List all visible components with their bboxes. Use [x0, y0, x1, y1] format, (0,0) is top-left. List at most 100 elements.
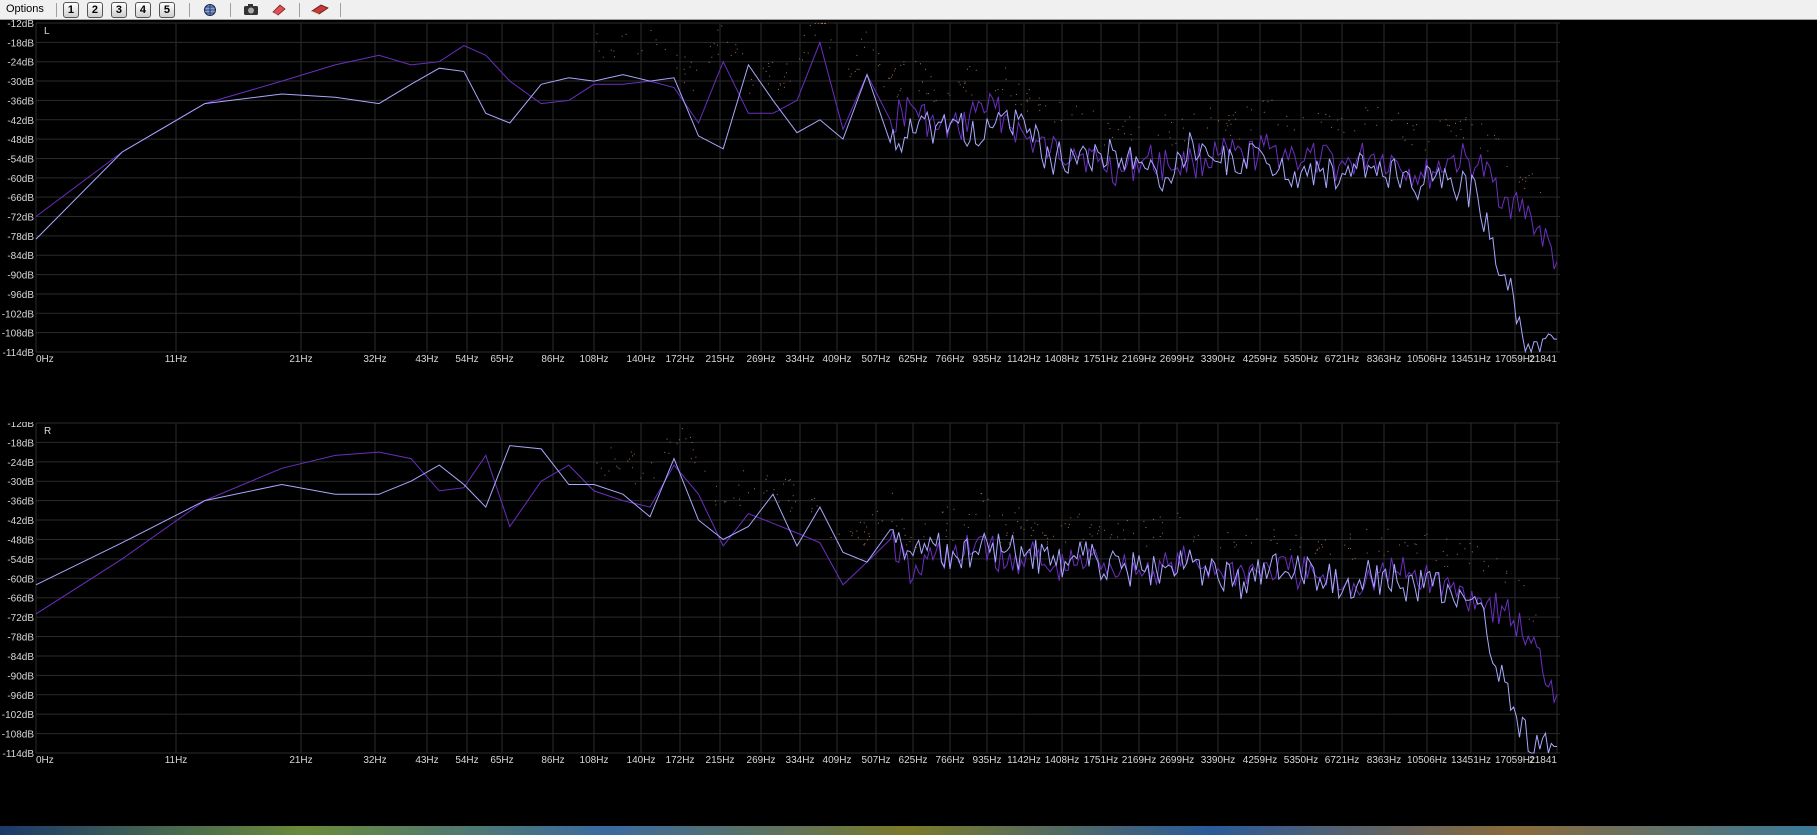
peak-dot [1030, 535, 1032, 537]
peak-dot [752, 84, 754, 86]
peak-dot [1082, 538, 1084, 540]
peak-dot [1251, 542, 1253, 544]
peak-dot [1381, 537, 1383, 539]
camera-icon[interactable] [242, 3, 260, 17]
peak-dot [600, 467, 602, 469]
grid [35, 422, 1560, 754]
peak-dot [779, 84, 781, 86]
peak-dot [1459, 120, 1461, 122]
peak-dot [1045, 534, 1047, 536]
peak-dot [1412, 125, 1414, 127]
options-menu[interactable]: Options [0, 0, 50, 19]
peak-dot [1209, 107, 1211, 109]
peak-dot [888, 77, 890, 79]
y-tick-label: -36dB [7, 96, 34, 107]
peak-dot [795, 501, 797, 503]
peak-dot [1540, 191, 1541, 193]
peak-dot [941, 511, 943, 513]
peak-dot [640, 477, 642, 479]
peak-dot [1092, 110, 1094, 112]
x-tick-label: 935Hz [973, 755, 1002, 766]
y-tick-label: -102dB [2, 309, 35, 320]
peak-dot [1416, 124, 1417, 126]
peak-dot [1483, 560, 1485, 562]
peak-dot [861, 38, 863, 40]
peak-dot [613, 50, 615, 52]
peak-dot [1435, 560, 1437, 562]
peak-dot [1179, 517, 1181, 519]
peak-dot [1236, 544, 1237, 546]
peak-dot [933, 100, 935, 102]
peak-dot [1245, 535, 1247, 537]
peak-dot [625, 33, 627, 35]
peak-dot [1059, 548, 1061, 550]
peak-dot [1070, 517, 1072, 519]
peak-dot [1277, 124, 1279, 126]
eraser-icon[interactable] [270, 3, 288, 17]
peak-dot [1032, 530, 1034, 531]
peak-dot [1168, 131, 1170, 133]
x-tick-label: 21841 [1529, 755, 1557, 766]
peak-dot [1193, 540, 1195, 542]
preset-3-button[interactable]: 3 [110, 1, 127, 18]
peak-dot [856, 68, 858, 70]
peak-dot [716, 44, 718, 46]
peak-dot [1015, 104, 1017, 106]
preset-1-button[interactable]: 1 [62, 1, 79, 18]
peak-dot [1230, 123, 1232, 125]
x-tick-label: 108Hz [580, 354, 609, 365]
peak-dot [1065, 541, 1066, 543]
peak-dot [1159, 536, 1161, 537]
x-tick-label: 5350Hz [1284, 354, 1318, 365]
peak-dot [1234, 111, 1236, 113]
peak-dot [1037, 524, 1039, 526]
channel-label: L [44, 26, 50, 37]
y-tick-label: -72dB [7, 213, 34, 224]
peak-dot [666, 438, 668, 440]
peak-dot [953, 508, 955, 510]
peak-dot [878, 53, 880, 54]
x-tick-label: 409Hz [823, 755, 852, 766]
peak-dot [1337, 119, 1338, 121]
x-tick-label: 269Hz [747, 354, 776, 365]
peak-dot [1518, 579, 1520, 581]
peak-dots [596, 428, 1537, 622]
peak-dot [1081, 541, 1083, 543]
x-tick-label: 625Hz [899, 755, 928, 766]
globe-icon[interactable] [201, 3, 219, 17]
peak-dot [692, 89, 694, 91]
peak-dot [1293, 129, 1295, 131]
peak-dot [980, 493, 982, 495]
peak-dot [975, 513, 977, 515]
peak-dot [1471, 124, 1473, 126]
peak-dot [1329, 553, 1331, 555]
x-tick-label: 43Hz [415, 354, 438, 365]
y-tick-label: -78dB [7, 633, 34, 644]
y-tick-label: -114dB [2, 348, 34, 359]
peak-dot [1479, 147, 1481, 149]
peak-dot [1020, 103, 1022, 105]
peak-dot [1098, 526, 1100, 528]
book-icon[interactable] [311, 3, 329, 17]
x-tick-label: 6721Hz [1325, 755, 1359, 766]
peak-dot [692, 449, 694, 451]
preset-5-button[interactable]: 5 [158, 1, 175, 18]
preset-2-button[interactable]: 2 [86, 1, 103, 18]
peak-dot [897, 94, 899, 96]
peak-dot [1299, 546, 1301, 548]
peak-dot [963, 86, 964, 88]
grid [35, 22, 1560, 353]
peak-dot [1006, 534, 1008, 536]
toolbar-separator [298, 2, 300, 17]
y-tick-label: -18dB [7, 38, 34, 49]
peak-dot [676, 54, 678, 56]
x-tick-label: 43Hz [415, 755, 438, 766]
peak-dot [1270, 540, 1272, 541]
peak-dot [877, 65, 879, 67]
preset-4-button[interactable]: 4 [134, 1, 151, 18]
peak-dot [614, 56, 615, 58]
peak-dot [735, 44, 737, 46]
x-tick-label: 8363Hz [1367, 755, 1401, 766]
peak-dot [975, 69, 977, 71]
peak-dot [1456, 553, 1458, 555]
